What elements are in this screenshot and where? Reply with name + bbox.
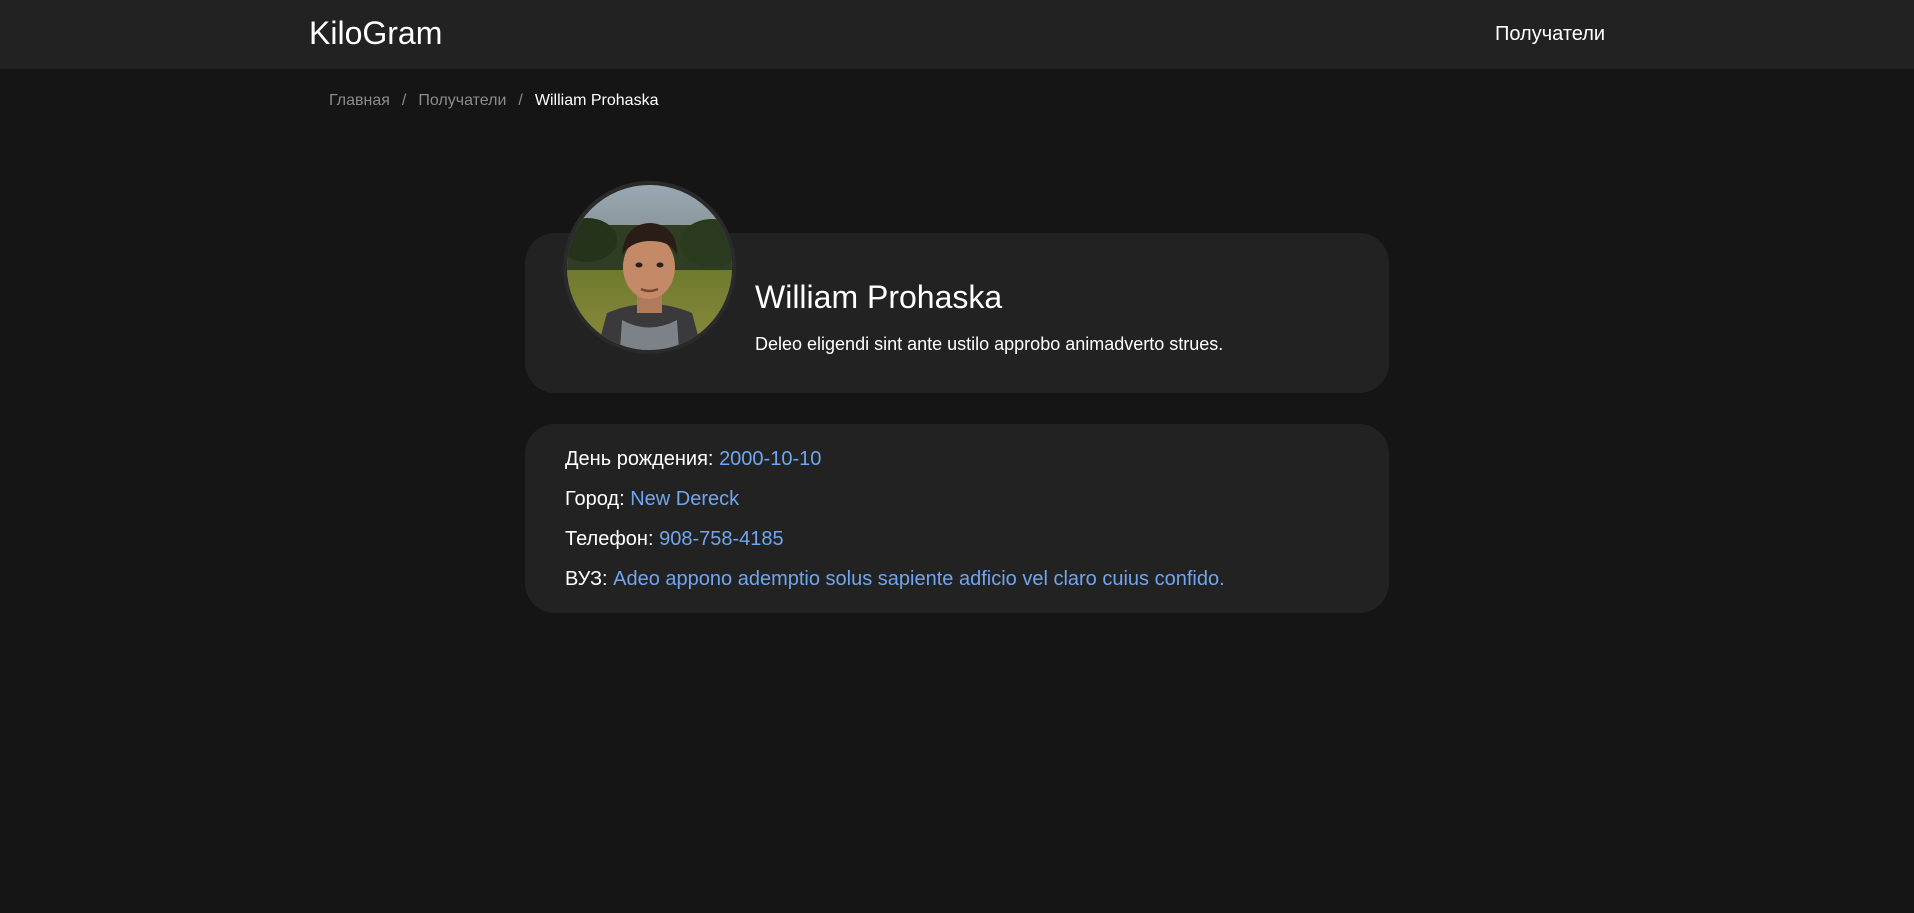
birthday-label: День рождения: [565,448,714,470]
details-card: День рождения: 2000-10-10 Город: New Der… [525,424,1389,613]
birthday-value: 2000-10-10 [719,448,822,470]
phone-row: Телефон: 908-758-4185 [565,527,1349,551]
profile-bio: Deleo eligendi sint ante ustilo approbo … [755,334,1224,354]
profile-name: William Prohaska [755,279,1003,315]
phone-label: Телефон: [565,528,654,550]
phone-value: 908-758-4185 [659,528,784,550]
avatar [563,181,736,354]
breadcrumb: Главная / Получатели / William Prohaska [329,91,658,110]
university-label: ВУЗ: [565,568,608,590]
nav-recipients-link[interactable]: Получатели [1495,23,1605,45]
breadcrumb-current: William Prohaska [534,92,659,109]
breadcrumb-separator: / [401,92,407,109]
city-row: Город: New Dereck [565,487,1349,511]
breadcrumb-recipients-link[interactable]: Получатели [418,91,506,110]
university-row: ВУЗ: Adeo appono ademptio solus sapiente… [565,567,1349,591]
top-navbar: KiloGram Получатели [0,0,1914,69]
breadcrumb-home-link[interactable]: Главная [329,91,390,110]
breadcrumb-separator: / [518,92,523,109]
birthday-row: День рождения: 2000-10-10 [565,447,1349,471]
user-photo-icon [567,185,732,350]
city-label: Город: [565,488,625,510]
university-value: Adeo appono ademptio solus sapiente adfi… [613,568,1225,590]
city-value: New Dereck [630,488,740,510]
brand-logo-link[interactable]: KiloGram [309,14,442,52]
